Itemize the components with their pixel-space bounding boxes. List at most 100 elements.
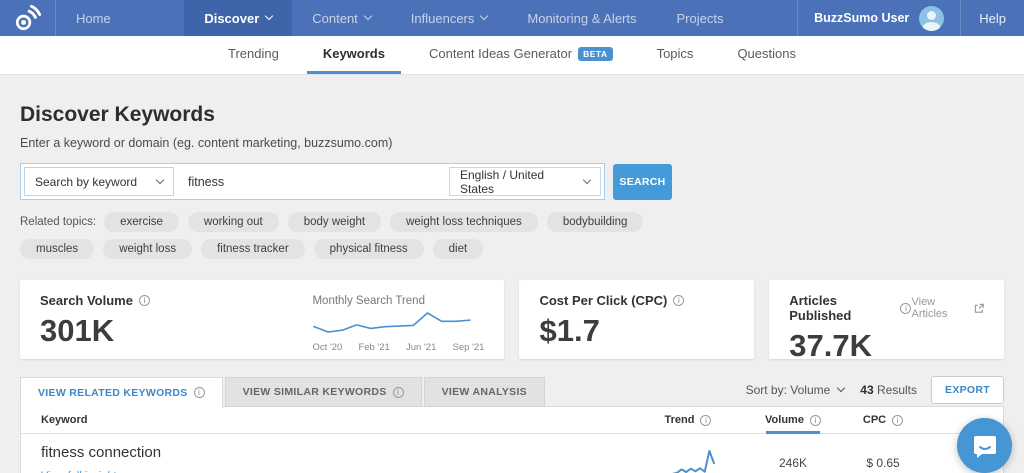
buzzsumo-spiral-icon	[14, 5, 41, 32]
subtab-content-ideas-generator[interactable]: Content Ideas Generator BETA	[413, 36, 629, 74]
chevron-down-icon	[265, 12, 273, 20]
locale-value: English / United States	[460, 168, 577, 196]
column-header-cpc[interactable]: CPC i	[838, 414, 928, 426]
topic-chip[interactable]: muscles	[20, 239, 94, 259]
cpc-header-label: CPC	[863, 414, 886, 426]
sort-area: Sort by: Volume 43 Results EXPORT	[746, 376, 1004, 407]
chevron-down-icon	[480, 12, 488, 20]
related-topics-label: Related topics:	[20, 216, 96, 228]
row-trend-sparkline	[661, 447, 716, 473]
search-volume-title: Search Volume	[40, 293, 133, 308]
tab-view-analysis[interactable]: VIEW ANALYSIS	[424, 377, 545, 407]
search-volume-left: Search Volume i 301K	[40, 293, 150, 346]
chevron-down-icon	[837, 384, 845, 392]
keyword-cell: fitness connection View full insights	[41, 444, 628, 473]
user-name: BuzzSumo User	[814, 11, 909, 25]
topic-chip[interactable]: weight loss	[103, 239, 192, 259]
table-header: Keyword Trend i Volume i CPC i	[21, 407, 1003, 434]
cpc-cell: $ 0.65	[838, 456, 928, 470]
volume-header-label: Volume	[765, 414, 804, 426]
external-link-icon	[974, 303, 984, 314]
tab-related-label: VIEW RELATED KEYWORDS	[38, 387, 188, 399]
subtab-topics[interactable]: Topics	[641, 36, 710, 74]
info-icon[interactable]: i	[673, 295, 684, 306]
search-type-select[interactable]: Search by keyword	[24, 167, 174, 196]
info-icon[interactable]: i	[700, 415, 711, 426]
sort-by-dropdown[interactable]: Sort by: Volume	[746, 383, 845, 397]
nav-item-discover-label: Discover	[204, 11, 259, 26]
tick-label: Jun '21	[406, 342, 436, 353]
subtab-keywords[interactable]: Keywords	[307, 36, 401, 74]
search-button[interactable]: SEARCH	[613, 164, 672, 200]
related-topics: Related topics: exercise working out bod…	[20, 212, 665, 259]
results-count: 43 Results	[860, 383, 917, 397]
topic-chip[interactable]: diet	[433, 239, 484, 259]
chat-launcher-button[interactable]	[957, 418, 1012, 473]
monthly-trend-title: Monthly Search Trend	[312, 295, 484, 307]
table-row: fitness connection View full insights 24…	[21, 434, 1003, 473]
stat-cards: Search Volume i 301K Monthly Search Tren…	[20, 280, 1004, 359]
nav-item-content[interactable]: Content	[292, 0, 391, 36]
nav-item-discover[interactable]: Discover	[184, 0, 292, 36]
results-tabs-row: VIEW RELATED KEYWORDS i VIEW SIMILAR KEY…	[20, 376, 1004, 407]
column-header-trend[interactable]: Trend i	[628, 414, 748, 426]
column-header-keyword: Keyword	[41, 414, 628, 426]
info-icon[interactable]: i	[194, 387, 205, 398]
view-articles-label: View Articles	[911, 296, 968, 320]
page-title: Discover Keywords	[20, 75, 1004, 127]
topic-chip[interactable]: body weight	[288, 212, 381, 232]
tab-view-similar-keywords[interactable]: VIEW SIMILAR KEYWORDS i	[225, 377, 422, 407]
info-icon[interactable]: i	[393, 387, 404, 398]
monthly-trend-block: Monthly Search Trend Oct '20 Feb '21 Jun…	[312, 293, 484, 346]
keyword-search-input[interactable]	[174, 175, 449, 189]
view-articles-link[interactable]: View Articles	[911, 296, 984, 320]
info-icon[interactable]: i	[810, 415, 821, 426]
topic-chip[interactable]: exercise	[104, 212, 179, 232]
trend-header-label: Trend	[665, 414, 695, 426]
subtab-trending[interactable]: Trending	[212, 36, 295, 74]
top-nav: Home Discover Content Influencers Monito…	[0, 0, 1024, 36]
chevron-down-icon	[583, 175, 591, 183]
articles-title: Articles Published	[789, 293, 894, 323]
avatar[interactable]	[919, 6, 944, 31]
subtab-questions[interactable]: Questions	[721, 36, 812, 74]
user-menu[interactable]: BuzzSumo User	[797, 0, 961, 36]
nav-item-home[interactable]: Home	[56, 0, 131, 36]
language-country-select[interactable]: English / United States	[449, 167, 601, 196]
trend-cell	[628, 447, 748, 473]
sort-by-label: Sort by: Volume	[746, 383, 831, 397]
topic-chip[interactable]: physical fitness	[314, 239, 424, 259]
cpc-value: $1.7	[539, 313, 734, 349]
topic-chip[interactable]: fitness tracker	[201, 239, 305, 259]
tab-view-related-keywords[interactable]: VIEW RELATED KEYWORDS i	[20, 377, 223, 408]
nav-item-influencers[interactable]: Influencers	[391, 0, 508, 36]
beta-badge: BETA	[578, 47, 613, 61]
keyword-search-bar: Search by keyword English / United State…	[20, 163, 1004, 200]
page-subtitle: Enter a keyword or domain (eg. content m…	[20, 136, 1004, 150]
info-icon[interactable]: i	[900, 303, 911, 314]
buzzsumo-logo[interactable]	[0, 0, 56, 36]
main-content: Discover Keywords Enter a keyword or dom…	[0, 75, 1024, 473]
topic-chip[interactable]: bodybuilding	[547, 212, 644, 232]
tick-label: Sep '21	[453, 342, 485, 353]
nav-item-projects[interactable]: Projects	[657, 0, 744, 36]
export-button[interactable]: EXPORT	[931, 376, 1004, 404]
column-header-volume[interactable]: Volume i	[748, 407, 838, 433]
search-volume-card: Search Volume i 301K Monthly Search Tren…	[20, 280, 504, 359]
search-type-value: Search by keyword	[35, 175, 137, 189]
cpc-card: Cost Per Click (CPC) i $1.7	[519, 280, 754, 359]
results-count-suffix: Results	[874, 383, 917, 397]
nav-item-help[interactable]: Help	[961, 0, 1024, 36]
topic-chip[interactable]: weight loss techniques	[390, 212, 538, 232]
nav-item-monitoring-alerts[interactable]: Monitoring & Alerts	[507, 0, 656, 36]
topic-chip[interactable]: working out	[188, 212, 279, 232]
info-icon[interactable]: i	[139, 295, 150, 306]
articles-published-card: Articles Published i View Articles 37.7K	[769, 280, 1004, 359]
cpc-title: Cost Per Click (CPC)	[539, 293, 667, 308]
info-icon[interactable]: i	[892, 415, 903, 426]
nav-item-content-label: Content	[312, 11, 358, 26]
nav-spacer	[131, 0, 185, 36]
search-volume-value: 301K	[40, 313, 150, 349]
discover-subnav: Trending Keywords Content Ideas Generato…	[0, 36, 1024, 75]
articles-title-row: Articles Published i View Articles	[789, 293, 984, 323]
